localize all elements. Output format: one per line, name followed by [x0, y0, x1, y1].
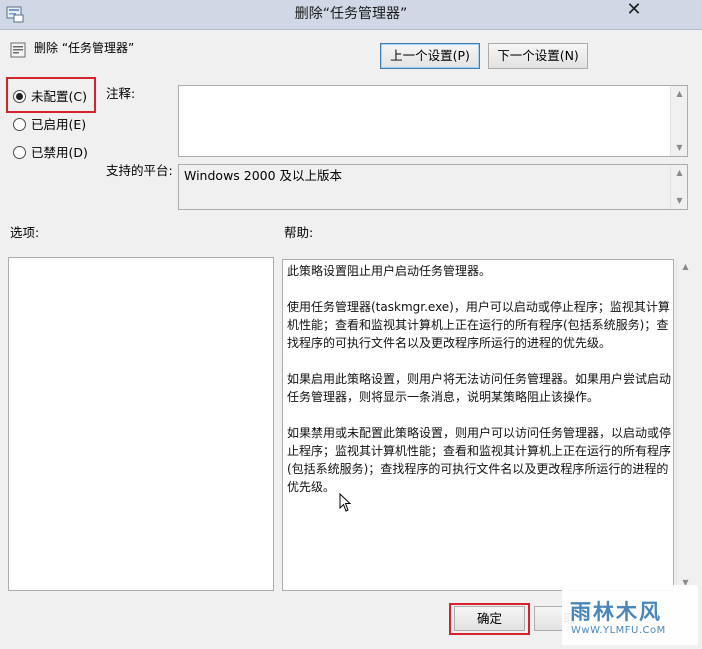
watermark-url: WwW.YLMFU.CoM — [571, 625, 666, 636]
scroll-up-icon[interactable]: ▲ — [671, 86, 688, 102]
ok-button[interactable]: 确定 — [454, 606, 525, 631]
platform-label: 支持的平台: — [106, 163, 173, 178]
platform-scrollbar[interactable]: ▲ ▼ — [670, 165, 687, 209]
close-icon[interactable]: ✕ — [612, 0, 656, 22]
help-paragraph: 此策略设置阻止用户启动任务管理器。 — [287, 264, 492, 278]
previous-setting-button[interactable]: 上一个设置(P) — [380, 43, 480, 69]
radio-indicator-checked[interactable] — [13, 90, 26, 103]
next-setting-button[interactable]: 下一个设置(N) — [488, 43, 588, 69]
help-paragraph: 如果启用此策略设置，则用户将无法访问任务管理器。如果用户尝试启动任务管理器，则将… — [287, 372, 672, 404]
scroll-down-icon[interactable]: ▼ — [671, 140, 688, 156]
policy-title: 删除 “任务管理器” — [34, 41, 135, 55]
radio-indicator[interactable] — [13, 118, 26, 131]
radio-label: 未配置(C) — [31, 89, 87, 104]
comment-scrollbar[interactable]: ▲ ▼ — [670, 86, 687, 156]
help-scrollbar[interactable]: ▲ ▼ — [676, 259, 693, 591]
help-text: 此策略设置阻止用户启动任务管理器。 使用任务管理器(taskmgr.exe)，用… — [287, 262, 673, 514]
scroll-down-icon[interactable]: ▼ — [671, 193, 688, 209]
window-title: 删除“任务管理器” — [294, 6, 408, 22]
policy-setting-icon — [9, 41, 29, 61]
radio-not-configured[interactable]: 未配置(C) — [13, 88, 87, 106]
radio-label: 已禁用(D) — [31, 145, 88, 160]
mouse-cursor-icon — [339, 492, 353, 513]
help-label: 帮助: — [284, 225, 314, 240]
radio-indicator[interactable] — [13, 146, 26, 159]
radio-disabled[interactable]: 已禁用(D) — [13, 144, 88, 162]
radio-enabled[interactable]: 已启用(E) — [13, 116, 86, 134]
scroll-up-icon[interactable]: ▲ — [677, 259, 694, 275]
watermark-logo: 雨林木风 — [570, 599, 662, 624]
radio-label: 已启用(E) — [31, 117, 87, 132]
platform-value: Windows 2000 及以上版本 — [184, 168, 343, 183]
comment-textarea[interactable]: ▲ ▼ — [178, 85, 688, 157]
comment-label: 注释: — [106, 86, 136, 101]
options-label: 选项: — [10, 225, 40, 240]
scroll-up-icon[interactable]: ▲ — [671, 165, 688, 181]
help-paragraph: 使用任务管理器(taskmgr.exe)，用户可以启动或停止程序；监视其计算机性… — [287, 300, 670, 350]
options-panel — [8, 257, 274, 591]
help-paragraph: 如果禁用或未配置此策略设置，则用户可以访问任务管理器，以启动或停止程序；监视其计… — [287, 426, 672, 494]
